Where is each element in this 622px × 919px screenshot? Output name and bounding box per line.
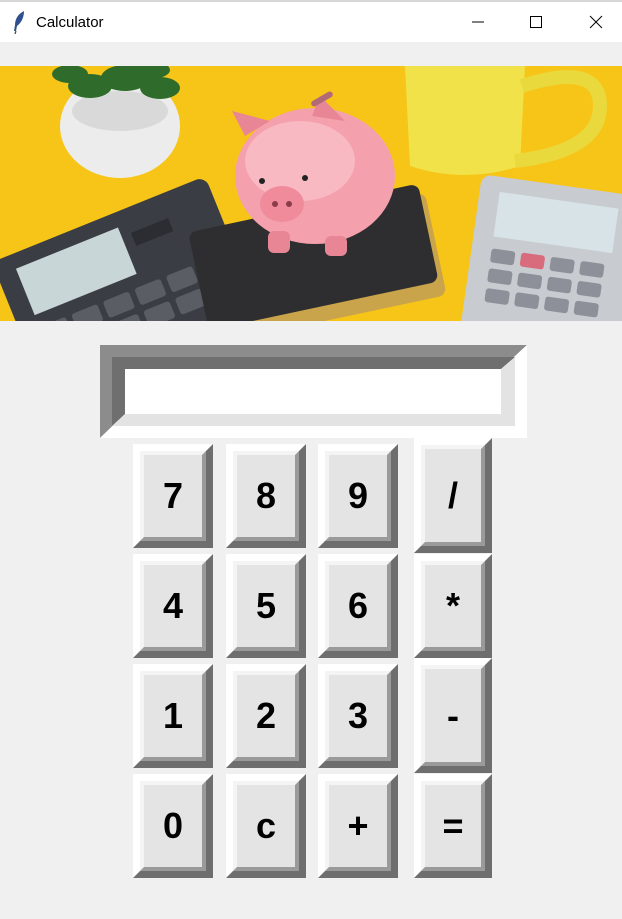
maximize-icon <box>530 16 542 28</box>
key-7-label: 7 <box>162 475 184 516</box>
key-4-label: 4 <box>162 585 184 626</box>
banner-image <box>0 66 622 321</box>
minimize-button[interactable] <box>448 2 508 42</box>
close-button[interactable] <box>566 2 622 42</box>
divide-button[interactable]: / <box>414 438 492 553</box>
subtract-label: - <box>447 694 459 736</box>
key-3-label: 3 <box>347 695 369 736</box>
maximize-button[interactable] <box>506 2 566 42</box>
key-0[interactable]: 0 <box>133 774 213 878</box>
add-button[interactable]: + <box>318 774 398 878</box>
key-0-label: 0 <box>162 805 184 846</box>
divide-label: / <box>447 474 458 516</box>
key-9-label: 9 <box>347 475 369 516</box>
add-label: + <box>347 805 369 846</box>
key-4[interactable]: 4 <box>133 554 213 658</box>
close-icon <box>589 15 603 29</box>
key-1-label: 1 <box>162 695 184 736</box>
multiply-button[interactable]: * <box>414 554 492 658</box>
key-2[interactable]: 2 <box>226 664 306 768</box>
key-5[interactable]: 5 <box>226 554 306 658</box>
clear-label: c <box>255 805 277 846</box>
key-2-label: 2 <box>255 695 277 736</box>
key-6[interactable]: 6 <box>318 554 398 658</box>
key-1[interactable]: 1 <box>133 664 213 768</box>
key-7[interactable]: 7 <box>133 444 213 548</box>
key-6-label: 6 <box>347 585 369 626</box>
equals-button[interactable]: = <box>414 774 492 878</box>
key-8[interactable]: 8 <box>226 444 306 548</box>
minimize-icon <box>472 21 484 23</box>
clear-button[interactable]: c <box>226 774 306 878</box>
key-5-label: 5 <box>255 585 277 626</box>
equals-label: = <box>442 805 464 846</box>
multiply-label: * <box>445 585 460 626</box>
key-9[interactable]: 9 <box>318 444 398 548</box>
subtract-button[interactable]: - <box>414 658 492 773</box>
window-title: Calculator <box>36 14 104 31</box>
key-8-label: 8 <box>255 475 277 516</box>
title-bar: Calculator <box>0 0 622 42</box>
display-input[interactable] <box>125 370 501 412</box>
feather-icon <box>14 11 24 34</box>
key-3[interactable]: 3 <box>318 664 398 768</box>
